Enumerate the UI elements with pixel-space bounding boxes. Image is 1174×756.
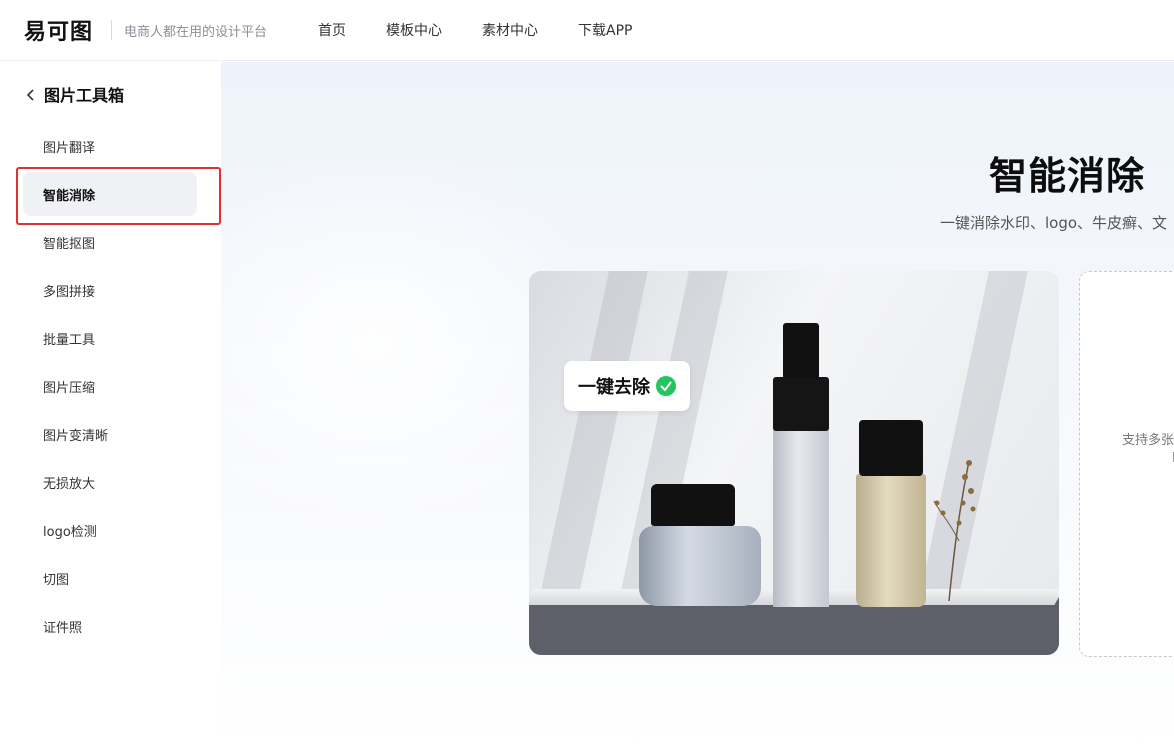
menu-item-label: 图片压缩 <box>43 380 96 396</box>
logo-divider <box>111 20 112 40</box>
demo-image: 一键去除 <box>529 271 1059 655</box>
menu-item-batch-tools[interactable]: 批量工具 <box>0 314 221 362</box>
menu-item-label: 图片变清晰 <box>43 428 109 444</box>
serum-bottle <box>856 474 926 607</box>
logo[interactable]: 易可图 <box>24 16 94 45</box>
upload-hint: 支持多张 <box>1122 433 1174 448</box>
menu-item-logo-detect[interactable]: logo检测 <box>0 506 221 554</box>
cream-jar-cap <box>651 484 735 526</box>
main-nav: 首页 模板中心 素材中心 下载APP <box>318 20 672 40</box>
nav-item-materials[interactable]: 素材中心 <box>482 20 538 40</box>
spray-bottle-cap <box>783 323 819 379</box>
serum-bottle-cap <box>859 420 923 476</box>
demo-badge-text: 一键去除 <box>578 377 650 398</box>
menu-item-label: 无损放大 <box>43 476 96 492</box>
menu-item-label: 批量工具 <box>43 332 96 348</box>
sidebar: 图片工具箱 图片翻译 智能消除 智能抠图 多图拼接 批量工具 图片压缩 图片变清… <box>0 62 221 756</box>
menu-item-label: 多图拼接 <box>43 284 96 300</box>
page-title: 智能消除 <box>989 154 1146 198</box>
menu-item-lossless-upscale[interactable]: 无损放大 <box>0 458 221 506</box>
menu-item-label: 智能抠图 <box>43 236 96 252</box>
menu-item-smart-erase[interactable]: 智能消除 <box>0 170 221 218</box>
menu-item-image-compress[interactable]: 图片压缩 <box>0 362 221 410</box>
menu-item-image-sharpen[interactable]: 图片变清晰 <box>0 410 221 458</box>
menu-item-label: 智能消除 <box>43 188 96 204</box>
menu-item-image-stitch[interactable]: 多图拼接 <box>0 266 221 314</box>
top-bar: 易可图 电商人都在用的设计平台 首页 模板中心 素材中心 下载APP <box>0 0 1174 61</box>
menu-item-image-translate[interactable]: 图片翻译 <box>0 122 221 170</box>
menu-item-label: 证件照 <box>43 620 83 636</box>
dried-flower-twig <box>933 460 976 601</box>
page-subtitle: 一键消除水印、logo、牛皮癣、文 <box>940 214 1168 232</box>
tool-menu: 图片翻译 智能消除 智能抠图 多图拼接 批量工具 图片压缩 图片变清晰 无损放大… <box>0 122 221 650</box>
menu-item-label: 图片翻译 <box>43 140 96 156</box>
sidebar-title: 图片工具箱 <box>44 86 125 105</box>
spray-bottle <box>773 429 829 607</box>
logo-text: 易可图 <box>24 20 94 45</box>
upload-dropzone[interactable]: 支持多张 I <box>1079 271 1174 657</box>
menu-item-label: 切图 <box>43 572 70 588</box>
nav-item-download-app[interactable]: 下载APP <box>578 20 632 40</box>
cream-jar <box>639 526 761 606</box>
chevron-left-icon <box>24 87 38 101</box>
sidebar-back[interactable]: 图片工具箱 <box>24 82 124 106</box>
main-content: 智能消除 一键消除水印、logo、牛皮癣、文 一键去除 支持多张 I <box>221 62 1174 756</box>
menu-item-smart-cutout[interactable]: 智能抠图 <box>0 218 221 266</box>
menu-item-label: logo检测 <box>43 524 97 540</box>
spray-bottle-neck <box>773 377 829 431</box>
menu-item-slice[interactable]: 切图 <box>0 554 221 602</box>
nav-item-templates[interactable]: 模板中心 <box>386 20 442 40</box>
nav-item-home[interactable]: 首页 <box>318 20 346 40</box>
menu-item-id-photo[interactable]: 证件照 <box>0 602 221 650</box>
slogan: 电商人都在用的设计平台 <box>124 25 268 40</box>
demo-badge: 一键去除 <box>564 361 690 411</box>
check-circle-icon <box>656 376 676 396</box>
